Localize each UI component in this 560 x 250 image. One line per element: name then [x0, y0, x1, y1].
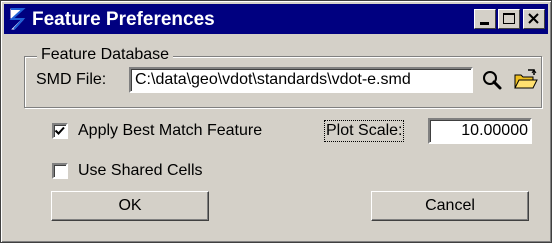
plot-scale-label: Plot Scale:: [323, 120, 405, 142]
ok-button[interactable]: OK: [51, 191, 209, 221]
search-button[interactable]: [480, 68, 506, 92]
app-icon: [6, 5, 30, 33]
use-shared-cells-checkbox[interactable]: [52, 163, 68, 179]
feature-preferences-window: Feature Preferences Feature Database SMD…: [0, 0, 552, 243]
window-title: Feature Preferences: [32, 9, 215, 30]
feature-database-legend: Feature Database: [37, 46, 174, 64]
smd-file-input[interactable]: C:\data\geo\vdot\standards\vdot-e.smd: [129, 67, 473, 93]
title-bar[interactable]: Feature Preferences: [4, 4, 548, 34]
search-icon: [483, 71, 502, 90]
checkmark-icon: [54, 126, 65, 135]
browse-button[interactable]: [513, 68, 539, 92]
apply-best-match-label[interactable]: Apply Best Match Feature: [78, 122, 262, 140]
minimize-icon: [480, 22, 489, 25]
smd-file-label: SMD File:: [36, 71, 107, 88]
close-icon: [528, 13, 539, 24]
maximize-icon: [503, 13, 515, 24]
close-button[interactable]: [523, 9, 545, 29]
use-shared-cells-label[interactable]: Use Shared Cells: [78, 162, 203, 180]
minimize-button[interactable]: [474, 9, 496, 29]
plot-scale-input[interactable]: 10.00000: [428, 118, 532, 144]
open-folder-icon: [514, 69, 538, 89]
apply-best-match-checkbox[interactable]: [52, 123, 68, 139]
cancel-button[interactable]: Cancel: [371, 191, 529, 221]
maximize-button[interactable]: [498, 9, 520, 29]
